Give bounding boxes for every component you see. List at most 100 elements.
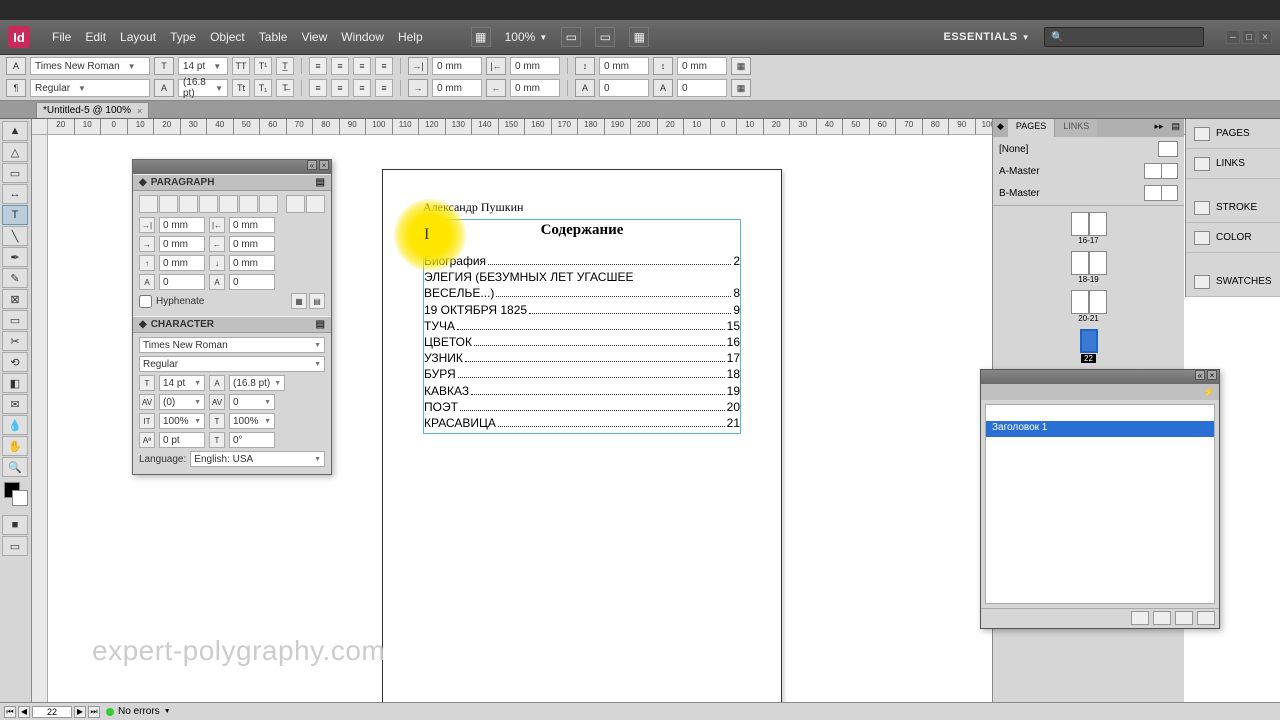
- baseline-grid-icon[interactable]: ▦: [731, 79, 751, 97]
- styles-new-icon[interactable]: [1175, 611, 1193, 625]
- pages-panel-collapse[interactable]: ▸▸: [1150, 119, 1167, 137]
- prev-page-button[interactable]: ◀: [18, 706, 30, 718]
- p-justify-right[interactable]: [239, 195, 258, 213]
- current-page-input[interactable]: [32, 706, 72, 718]
- pages-panel-menu[interactable]: ▤: [1167, 119, 1184, 137]
- p-align-left[interactable]: [139, 195, 158, 213]
- style-row-selected[interactable]: Заголовок 1: [986, 421, 1214, 437]
- char-panel-menu-icon[interactable]: ▤: [316, 319, 325, 330]
- tab-pages[interactable]: PAGES: [1008, 119, 1055, 137]
- right-indent-input[interactable]: 0 mm: [229, 217, 275, 233]
- kerning-input[interactable]: (0)▼: [159, 394, 205, 410]
- smallcaps-button[interactable]: Tt: [232, 79, 250, 97]
- space-after-input2[interactable]: 0 mm: [229, 255, 275, 271]
- close-tab-icon[interactable]: ×: [137, 106, 142, 116]
- styles-collapse-icon[interactable]: «: [1195, 370, 1205, 380]
- menu-help[interactable]: Help: [398, 30, 423, 44]
- dock-swatches[interactable]: SWATCHES: [1186, 267, 1280, 297]
- baseline-grid-on[interactable]: ▦: [291, 293, 307, 309]
- p-justify-center[interactable]: [219, 195, 238, 213]
- char-leading-input[interactable]: (16.8 pt)▼: [229, 375, 285, 391]
- paragraph-styles-panel[interactable]: «× ⚡ Заголовок 1: [980, 369, 1220, 629]
- font-size-select[interactable]: 14 pt▼: [178, 57, 228, 75]
- search-box[interactable]: 🔍: [1044, 27, 1204, 47]
- last-indent-input[interactable]: 0 mm: [229, 236, 275, 252]
- page-navigator[interactable]: ⏮ ◀ ▶ ⏭: [4, 706, 100, 718]
- vscale-input[interactable]: 100%▼: [159, 413, 205, 429]
- window-maximize[interactable]: □: [1242, 30, 1256, 44]
- align-center-button[interactable]: ≡: [331, 57, 349, 75]
- note-tool[interactable]: ✉: [2, 394, 28, 414]
- line-tool[interactable]: ╲: [2, 226, 28, 246]
- superscript-button[interactable]: T¹: [254, 57, 272, 75]
- leading-select[interactable]: (16.8 pt)▼: [178, 79, 228, 97]
- space-before-input[interactable]: 0 mm: [599, 57, 649, 75]
- spread-16-17[interactable]: 16-17: [999, 212, 1178, 245]
- p-align-right[interactable]: [179, 195, 198, 213]
- align-left-button[interactable]: ≡: [309, 57, 327, 75]
- char-font-select[interactable]: Times New Roman▼: [139, 337, 325, 353]
- justify-left-button[interactable]: ≡: [309, 79, 327, 97]
- font-family-select[interactable]: Times New Roman▼: [30, 57, 150, 75]
- master-b[interactable]: B-Master: [999, 188, 1040, 199]
- direct-select-tool[interactable]: △: [2, 142, 28, 162]
- dock-pages[interactable]: PAGES: [1186, 119, 1280, 149]
- first-indent-input[interactable]: 0 mm: [159, 236, 205, 252]
- dock-links[interactable]: LINKS: [1186, 149, 1280, 179]
- bridge-icon[interactable]: ▦: [471, 27, 491, 47]
- dropcap-lines-input[interactable]: 0: [599, 79, 649, 97]
- gap-tool[interactable]: ↔: [2, 184, 28, 204]
- spread-20-21[interactable]: 20-21: [999, 290, 1178, 323]
- selection-tool[interactable]: ▲: [2, 121, 28, 141]
- window-minimize[interactable]: –: [1226, 30, 1240, 44]
- master-none[interactable]: [None]: [999, 144, 1028, 155]
- styles-delete-icon[interactable]: [1197, 611, 1215, 625]
- menu-file[interactable]: File: [52, 30, 71, 44]
- paragraph-character-panel[interactable]: «× ◆PARAGRAPH▤ →|0 mm|←0 mm →0 mm←0 mm ↑…: [132, 159, 332, 475]
- dropcap-chars-input[interactable]: 0: [677, 79, 727, 97]
- window-close[interactable]: ×: [1258, 30, 1272, 44]
- menu-edit[interactable]: Edit: [85, 30, 106, 44]
- columns-icon[interactable]: ▦: [731, 57, 751, 75]
- page-tool[interactable]: ▭: [2, 163, 28, 183]
- baseline-shift-input[interactable]: 0 pt: [159, 432, 205, 448]
- hyphenate-checkbox[interactable]: [139, 295, 152, 308]
- gradient-tool[interactable]: ◧: [2, 373, 28, 393]
- document-tab[interactable]: *Untitled-5 @ 100%×: [36, 102, 149, 118]
- menu-type[interactable]: Type: [170, 30, 196, 44]
- last-page-button[interactable]: ⏭: [88, 706, 100, 718]
- dock-stroke[interactable]: STROKE: [1186, 193, 1280, 223]
- align-right-button[interactable]: ≡: [353, 57, 371, 75]
- underline-button[interactable]: T̲: [276, 57, 294, 75]
- justify-right-button[interactable]: ≡: [353, 79, 371, 97]
- p-justify-left[interactable]: [199, 195, 218, 213]
- zoom-level[interactable]: 100%▼: [505, 30, 548, 44]
- strike-button[interactable]: T̶: [276, 79, 294, 97]
- zoom-tool[interactable]: 🔍: [2, 457, 28, 477]
- rect-tool[interactable]: ▭: [2, 310, 28, 330]
- transform-tool[interactable]: ⟲: [2, 352, 28, 372]
- master-a[interactable]: A-Master: [999, 166, 1040, 177]
- styles-btn-1[interactable]: [1131, 611, 1149, 625]
- subscript-button[interactable]: T₁: [254, 79, 272, 97]
- menu-window[interactable]: Window: [341, 30, 384, 44]
- baseline-grid-off[interactable]: ▤: [309, 293, 325, 309]
- menu-layout[interactable]: Layout: [120, 30, 156, 44]
- indent-right-input[interactable]: 0 mm: [510, 57, 560, 75]
- tab-links[interactable]: LINKS: [1055, 119, 1097, 137]
- space-before-input2[interactable]: 0 mm: [159, 255, 205, 271]
- preflight-status[interactable]: No errors▼: [106, 706, 171, 717]
- left-indent-input[interactable]: 0 mm: [159, 217, 205, 233]
- apply-color[interactable]: ■: [2, 515, 28, 535]
- char-size-input[interactable]: 14 pt▼: [159, 375, 205, 391]
- rect-frame-tool[interactable]: ⊠: [2, 289, 28, 309]
- scissors-tool[interactable]: ✂: [2, 331, 28, 351]
- first-page-button[interactable]: ⏮: [4, 706, 16, 718]
- spread-22[interactable]: 22: [999, 329, 1178, 363]
- menu-table[interactable]: Table: [259, 30, 288, 44]
- char-style-select[interactable]: Regular▼: [139, 356, 325, 372]
- p-align-away[interactable]: [306, 195, 325, 213]
- p-align-toward[interactable]: [286, 195, 305, 213]
- menu-object[interactable]: Object: [210, 30, 245, 44]
- align-justify-button[interactable]: ≡: [375, 57, 393, 75]
